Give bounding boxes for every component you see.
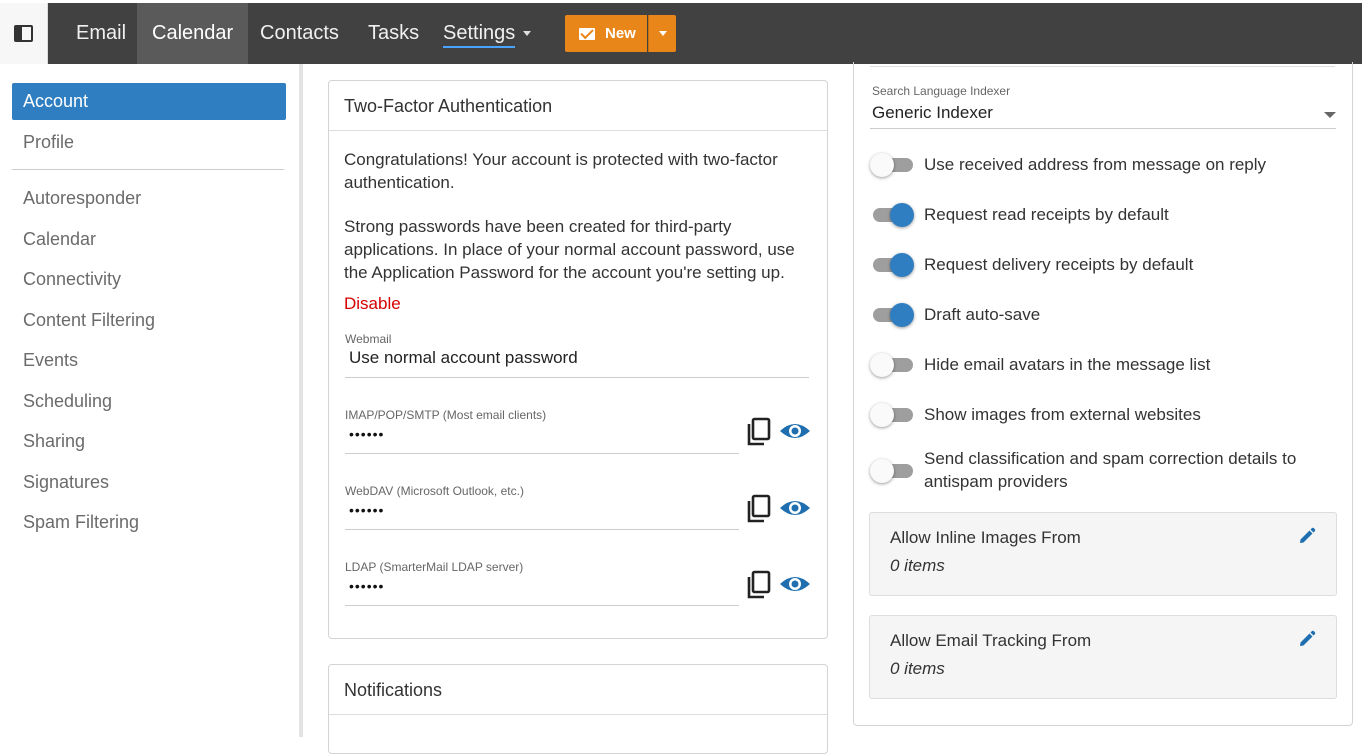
envelope-icon: [579, 27, 595, 40]
eye-icon[interactable]: [779, 496, 811, 520]
nav-email[interactable]: Email: [61, 3, 141, 64]
toggle-delivery-receipts[interactable]: [870, 253, 914, 277]
pencil-icon[interactable]: [1298, 630, 1316, 648]
two-factor-status-text: Congratulations! Your account is protect…: [344, 150, 778, 192]
disable-two-factor-link[interactable]: Disable: [344, 294, 401, 314]
nav-tasks[interactable]: Tasks: [353, 3, 434, 64]
inline-images-count: 0 items: [890, 556, 945, 575]
toggle-label: Send classification and spam correction …: [924, 449, 1297, 491]
panel-toggle-button[interactable]: [0, 3, 48, 64]
field-underline: [345, 605, 739, 606]
sidebar-item-sharing[interactable]: Sharing: [12, 423, 286, 460]
eye-icon[interactable]: [779, 572, 811, 596]
imap-password-field[interactable]: IMAP/POP/SMTP (Most email clients) •••••…: [345, 408, 546, 442]
email-tracking-title: Allow Email Tracking From: [890, 631, 1092, 650]
sidebar-item-calendar[interactable]: Calendar: [12, 221, 286, 258]
webdav-password-field[interactable]: WebDAV (Microsoft Outlook, etc.) ••••••: [345, 484, 524, 518]
email-tracking-card: Allow Email Tracking From 0 items: [869, 615, 1337, 699]
toggle-use-received-address[interactable]: [870, 153, 914, 177]
toggle-spam-correction[interactable]: [870, 459, 914, 483]
card-divider: [329, 130, 827, 131]
sidebar-item-signatures[interactable]: Signatures: [12, 464, 286, 501]
copy-icon[interactable]: [746, 417, 772, 447]
app-password-info-text: Strong passwords have been created for t…: [344, 217, 795, 282]
webdav-password-label: WebDAV (Microsoft Outlook, etc.): [345, 484, 524, 498]
field-underline: [870, 128, 1336, 129]
nav-settings[interactable]: Settings: [428, 3, 546, 64]
imap-password-value: ••••••: [349, 426, 385, 442]
ldap-password-value: ••••••: [349, 578, 385, 594]
webmail-value: Use normal account password: [349, 348, 578, 367]
inline-images-card: Allow Inline Images From 0 items: [869, 512, 1337, 596]
two-factor-card: Two-Factor Authentication Congratulation…: [328, 80, 828, 639]
ldap-password-label: LDAP (SmarterMail LDAP server): [345, 560, 524, 574]
sidebar-item-account[interactable]: Account: [12, 83, 286, 120]
copy-icon[interactable]: [746, 494, 772, 524]
card-divider: [329, 714, 827, 715]
sidebar-item-spam-filtering[interactable]: Spam Filtering: [12, 504, 286, 541]
webdav-password-value: ••••••: [349, 502, 385, 518]
new-button[interactable]: New: [565, 15, 647, 52]
toggle-label: Hide email avatars in the message list: [924, 355, 1211, 374]
chevron-down-icon: [658, 31, 667, 36]
field-underline: [345, 377, 809, 378]
notifications-card: Notifications: [328, 664, 828, 754]
new-button-label: New: [605, 25, 636, 42]
indexer-select[interactable]: Generic Indexer: [872, 103, 993, 123]
sidebar-item-connectivity[interactable]: Connectivity: [12, 261, 286, 298]
sidebar-item-autoresponder[interactable]: Autoresponder: [12, 180, 286, 217]
toggle-draft-auto-save[interactable]: [870, 303, 914, 327]
toggle-read-receipts[interactable]: [870, 203, 914, 227]
new-dropdown-button[interactable]: [648, 15, 676, 52]
field-underline: [345, 453, 739, 454]
sidebar-toggle-icon: [14, 25, 33, 42]
chevron-down-icon[interactable]: [1324, 112, 1336, 118]
nav-calendar[interactable]: Calendar: [137, 3, 249, 64]
imap-password-label: IMAP/POP/SMTP (Most email clients): [345, 408, 547, 422]
email-tracking-count: 0 items: [890, 659, 945, 678]
indexer-label: Search Language Indexer: [872, 84, 1011, 98]
nav-contacts[interactable]: Contacts: [245, 3, 354, 64]
notifications-title: Notifications: [344, 680, 443, 700]
nav-settings-label: Settings: [443, 22, 516, 48]
toggle-hide-avatars[interactable]: [870, 353, 914, 377]
sidebar-item-scheduling[interactable]: Scheduling: [12, 383, 286, 420]
toggle-label: Draft auto-save: [924, 305, 1041, 324]
toggle-label: Show images from external websites: [924, 405, 1201, 424]
toggle-label: Request delivery receipts by default: [924, 255, 1194, 274]
eye-icon[interactable]: [779, 419, 811, 443]
settings-sidebar: Account Profile Autoresponder Calendar C…: [0, 64, 303, 737]
webmail-field: Webmail Use normal account password: [345, 332, 578, 368]
ldap-password-field[interactable]: LDAP (SmarterMail LDAP server) ••••••: [345, 560, 523, 594]
copy-icon[interactable]: [746, 570, 772, 600]
toggle-label: Use received address from message on rep…: [924, 155, 1267, 174]
two-factor-title: Two-Factor Authentication: [344, 96, 553, 116]
field-underline: [345, 529, 739, 530]
toggle-external-images[interactable]: [870, 403, 914, 427]
pencil-icon[interactable]: [1298, 527, 1316, 545]
field-underline: [870, 66, 1335, 67]
sidebar-item-profile[interactable]: Profile: [12, 124, 286, 161]
webmail-label: Webmail: [345, 332, 392, 346]
chevron-down-icon: [523, 31, 532, 37]
toggle-label: Request read receipts by default: [924, 205, 1169, 224]
sidebar-divider: [12, 169, 284, 170]
sidebar-item-content-filtering[interactable]: Content Filtering: [12, 302, 286, 339]
sidebar-item-events[interactable]: Events: [12, 342, 286, 379]
inline-images-title: Allow Inline Images From: [890, 528, 1081, 547]
